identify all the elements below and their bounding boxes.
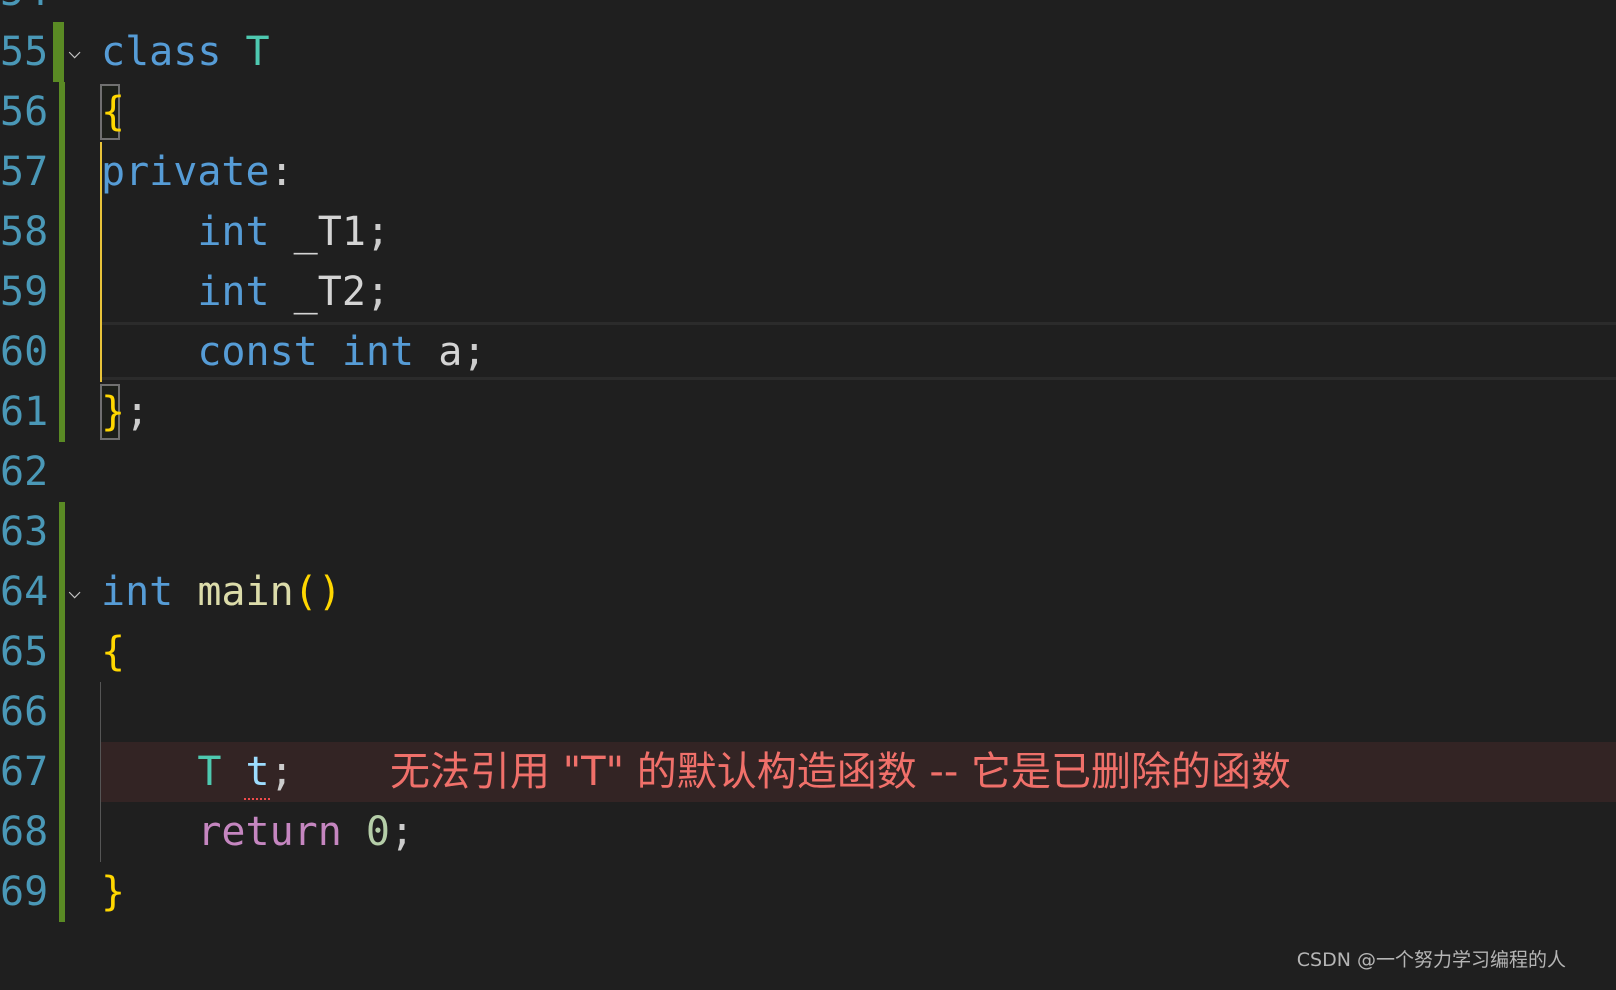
code-line[interactable]: class T	[101, 22, 270, 82]
code-line[interactable]: private:	[101, 142, 294, 202]
brace: }	[101, 869, 126, 915]
code-line[interactable]: const int a;	[101, 322, 486, 382]
number: 0	[365, 809, 391, 855]
keyword: const	[197, 329, 318, 375]
line-number: 68	[0, 809, 49, 855]
brace: {	[101, 89, 126, 135]
gutter-modified-marker	[59, 82, 65, 442]
line-number: 55	[0, 29, 49, 75]
semicolon: ;	[365, 269, 391, 315]
type: T	[197, 749, 222, 795]
line-number: 58	[0, 209, 49, 255]
semicolon: ;	[365, 209, 391, 255]
code-line[interactable]: int _T2;	[101, 262, 390, 322]
code-line[interactable]: {	[101, 622, 125, 682]
code-line[interactable]: return 0;	[101, 802, 414, 862]
code-line[interactable]: }	[101, 862, 125, 922]
line-number: 65	[0, 629, 49, 675]
keyword: class	[101, 29, 222, 75]
brace: {	[101, 629, 126, 675]
line-number: 62	[0, 449, 49, 495]
keyword: return	[197, 809, 342, 855]
watermark: CSDN @一个努力学习编程的人	[1296, 949, 1566, 971]
brace: }	[101, 389, 126, 435]
error-squiggle	[244, 792, 270, 800]
semicolon: ;	[462, 329, 487, 375]
identifier: _T1	[293, 209, 366, 255]
line-number: 64	[0, 569, 49, 615]
identifier: a	[438, 329, 463, 375]
identifier: t	[245, 749, 270, 795]
line-number: 60	[0, 329, 49, 375]
gutter-modified-marker	[59, 502, 65, 922]
fold-chevron-icon[interactable]: ⌵	[68, 562, 81, 622]
identifier: _T2	[293, 269, 366, 315]
code-line[interactable]: int main()	[101, 562, 342, 622]
class-name: T	[245, 29, 270, 75]
line-number: 63	[0, 509, 49, 555]
line-number: 54	[0, 0, 48, 22]
keyword: private	[101, 149, 270, 195]
gutter-modified-marker	[53, 22, 64, 82]
inline-error-message: 无法引用 "T" 的默认构造函数 -- 它是已删除的函数	[390, 749, 1291, 795]
line-number: 57	[0, 149, 49, 195]
semicolon: ;	[269, 749, 294, 795]
fold-chevron-icon[interactable]: ⌵	[68, 22, 81, 82]
parens: ()	[293, 569, 342, 615]
line-number: 67	[0, 749, 49, 795]
type: int	[197, 269, 270, 315]
code-line[interactable]: int _T1;	[101, 202, 390, 262]
line-number: 66	[0, 689, 49, 735]
line-number: 61	[0, 389, 49, 435]
code-line[interactable]: {	[101, 82, 125, 142]
colon: :	[269, 149, 294, 195]
function-name: main	[197, 569, 294, 615]
type: int	[197, 209, 270, 255]
type: int	[341, 329, 415, 375]
semicolon: ;	[125, 389, 150, 435]
code-line[interactable]: T t; 无法引用 "T" 的默认构造函数 -- 它是已删除的函数	[101, 742, 1291, 802]
line-number: 56	[0, 89, 49, 135]
semicolon: ;	[390, 809, 415, 855]
type: int	[101, 569, 174, 615]
line-number: 59	[0, 269, 49, 315]
code-line[interactable]: };	[101, 382, 149, 442]
line-number: 69	[0, 869, 49, 915]
